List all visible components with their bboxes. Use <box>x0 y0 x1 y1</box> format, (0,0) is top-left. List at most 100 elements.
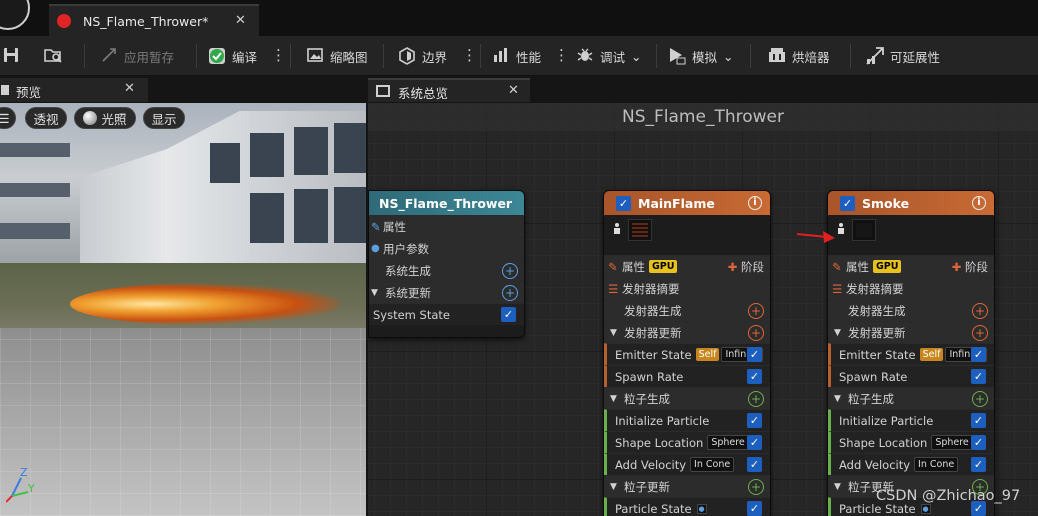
emitter-properties-row[interactable]: ✎ 属性 GPU ✚ 阶段 <box>604 255 770 277</box>
emitter-spawn-row[interactable]: 发射器生成 + <box>604 299 770 321</box>
emitter-header[interactable]: ✓ Smoke i <box>828 191 994 215</box>
bug-icon <box>576 47 594 65</box>
scalability-button[interactable]: 可延展性 <box>866 36 940 76</box>
system-node-title: NS_Flame_Thrower <box>379 195 513 211</box>
compile-button[interactable]: 编译 <box>208 36 257 76</box>
add-velocity-row[interactable]: Add Velocity In Cone ✓ <box>828 453 994 475</box>
close-icon[interactable]: ✕ <box>508 83 519 98</box>
spawn-rate-checkbox[interactable]: ✓ <box>747 369 762 384</box>
spawn-rate-row[interactable]: Spawn Rate ✓ <box>604 365 770 387</box>
material-thumbnail[interactable] <box>628 219 652 241</box>
system-node-header[interactable]: NS_Flame_Thrower <box>369 191 524 215</box>
add-particle-spawn-icon[interactable]: + <box>748 391 764 407</box>
thumbnail-button[interactable]: 缩略图 <box>306 36 368 76</box>
preview-tab[interactable]: 预览 ✕ <box>0 78 148 102</box>
emitter-header[interactable]: ✓ MainFlame i <box>604 191 770 215</box>
add-system-update-icon[interactable]: + <box>502 285 518 301</box>
add-velocity-row[interactable]: Add Velocity In Cone ✓ <box>604 453 770 475</box>
baker-button[interactable]: 烘焙器 <box>768 36 830 76</box>
particle-spawn-row[interactable]: ▼ 粒子生成 + <box>604 387 770 409</box>
user-parameters-row[interactable]: ● 用户参数 <box>369 237 524 259</box>
browse-button[interactable] <box>44 36 62 76</box>
emitter-node-mainflame[interactable]: ✓ MainFlame i ✎ 属性 GPU ✚ 阶段 ☰ 发射器摘要 发射器生… <box>603 190 771 516</box>
emitter-state-row[interactable]: Emitter State Self Infinite ✓ <box>604 343 770 365</box>
unreal-logo-icon[interactable] <box>0 0 30 30</box>
add-stage-button[interactable]: ✚ 阶段 <box>728 259 764 275</box>
add-stage-button[interactable]: ✚ 阶段 <box>952 259 988 275</box>
system-update-row[interactable]: ▼ 系统更新 + <box>369 281 524 303</box>
perspective-button[interactable]: 透视 <box>25 107 67 129</box>
emitter-state-row[interactable]: Emitter State Self Infinite ✓ <box>828 343 994 365</box>
bounds-button[interactable]: 边界 <box>398 36 447 76</box>
performance-button[interactable]: 性能 <box>492 36 541 76</box>
renderer-icon[interactable] <box>836 222 846 234</box>
particle-update-row[interactable]: ▼ 粒子更新 + <box>604 475 770 497</box>
add-velocity-checkbox[interactable]: ✓ <box>747 457 762 472</box>
self-badge: Self <box>695 348 720 361</box>
emitter-spawn-row[interactable]: 发射器生成 + <box>828 299 994 321</box>
particle-state-checkbox[interactable]: ✓ <box>747 501 762 516</box>
shape-location-checkbox[interactable]: ✓ <box>747 435 762 450</box>
initialize-particle-checkbox[interactable]: ✓ <box>747 413 762 428</box>
add-emitter-spawn-icon[interactable]: + <box>972 303 988 319</box>
emitter-enable-checkbox[interactable]: ✓ <box>616 195 631 211</box>
particle-spawn-label: 粒子生成 <box>848 391 894 406</box>
initialize-particle-checkbox[interactable]: ✓ <box>971 413 986 428</box>
system-overview-tab[interactable]: 系统总览 ✕ <box>368 78 530 102</box>
emitter-update-row[interactable]: ▼ 发射器更新 + <box>828 321 994 343</box>
initialize-particle-row[interactable]: Initialize Particle ✓ <box>828 409 994 431</box>
emitter-summary-row[interactable]: ☰ 发射器摘要 <box>604 277 770 299</box>
apply-draft-button[interactable]: 应用暂存 <box>100 36 174 76</box>
add-system-spawn-icon[interactable]: + <box>502 263 518 279</box>
info-icon[interactable]: i <box>972 196 986 210</box>
emitter-node-smoke[interactable]: ✓ Smoke i ✎ 属性 GPU ✚ 阶段 ☰ 发射器摘要 发射器生成 + … <box>827 190 995 516</box>
info-icon[interactable]: i <box>748 196 762 210</box>
shape-location-row[interactable]: Shape Location Sphere ✓ <box>828 431 994 453</box>
renderer-icon[interactable] <box>612 222 622 234</box>
compile-options-icon[interactable]: ⋮ <box>271 46 286 64</box>
add-emitter-update-icon[interactable]: + <box>972 325 988 341</box>
show-button[interactable]: 显示 <box>143 107 185 129</box>
preview-viewport[interactable] <box>0 103 366 516</box>
emitter-update-row[interactable]: ▼ 发射器更新 + <box>604 321 770 343</box>
close-icon[interactable]: ✕ <box>235 13 246 28</box>
add-emitter-update-icon[interactable]: + <box>748 325 764 341</box>
emitter-state-checkbox[interactable]: ✓ <box>747 347 762 362</box>
add-emitter-spawn-icon[interactable]: + <box>748 303 764 319</box>
red-arrow-annotation <box>796 228 837 247</box>
system-node[interactable]: NS_Flame_Thrower ✎ 属性 ● 用户参数 系统生成 + ▼ 系统更新 … <box>368 190 525 338</box>
save-button[interactable] <box>2 36 20 76</box>
add-particle-spawn-icon[interactable]: + <box>972 391 988 407</box>
emitter-properties-row[interactable]: ✎ 属性 GPU ✚ 阶段 <box>828 255 994 277</box>
initialize-particle-row[interactable]: Initialize Particle ✓ <box>604 409 770 431</box>
lighting-button[interactable]: 光照 <box>74 107 136 129</box>
emitter-summary-row[interactable]: ☰ 发射器摘要 <box>828 277 994 299</box>
in-cone-badge: In Cone <box>914 457 959 472</box>
shape-location-row[interactable]: Shape Location Sphere ✓ <box>604 431 770 453</box>
spawn-rate-checkbox[interactable]: ✓ <box>971 369 986 384</box>
document-tab[interactable]: NS_Flame_Thrower* ✕ <box>49 4 259 36</box>
emitter-enable-checkbox[interactable]: ✓ <box>840 195 855 211</box>
simulate-dropdown[interactable]: 模拟 ⌄ <box>668 36 734 76</box>
system-overview-graph[interactable]: NS_Flame_Thrower NS_Flame_Thrower ✎ 属性 ● 用… <box>368 103 1038 516</box>
debug-dropdown[interactable]: 调试 ⌄ <box>576 36 642 76</box>
add-velocity-checkbox[interactable]: ✓ <box>971 457 986 472</box>
dot-icon: ● <box>920 503 931 514</box>
emitter-state-checkbox[interactable]: ✓ <box>971 347 986 362</box>
add-particle-update-icon[interactable]: + <box>748 479 764 495</box>
compile-label: 编译 <box>232 49 258 65</box>
system-state-checkbox[interactable]: ✓ <box>501 307 516 322</box>
shape-location-checkbox[interactable]: ✓ <box>971 435 986 450</box>
performance-options-icon[interactable]: ⋮ <box>554 46 569 64</box>
emitter-spawn-label: 发射器生成 <box>848 303 906 318</box>
spawn-rate-row[interactable]: Spawn Rate ✓ <box>828 365 994 387</box>
system-properties-row[interactable]: ✎ 属性 <box>369 215 524 237</box>
emitter-title: Smoke <box>862 195 910 211</box>
system-spawn-row[interactable]: 系统生成 + <box>369 259 524 281</box>
bounds-options-icon[interactable]: ⋮ <box>462 46 477 64</box>
system-state-row[interactable]: System State ✓ <box>369 303 524 325</box>
particle-spawn-row[interactable]: ▼ 粒子生成 + <box>828 387 994 409</box>
close-icon[interactable]: ✕ <box>124 81 135 96</box>
particle-state-row[interactable]: Particle State ● ✓ <box>604 497 770 516</box>
material-thumbnail[interactable] <box>852 219 876 241</box>
